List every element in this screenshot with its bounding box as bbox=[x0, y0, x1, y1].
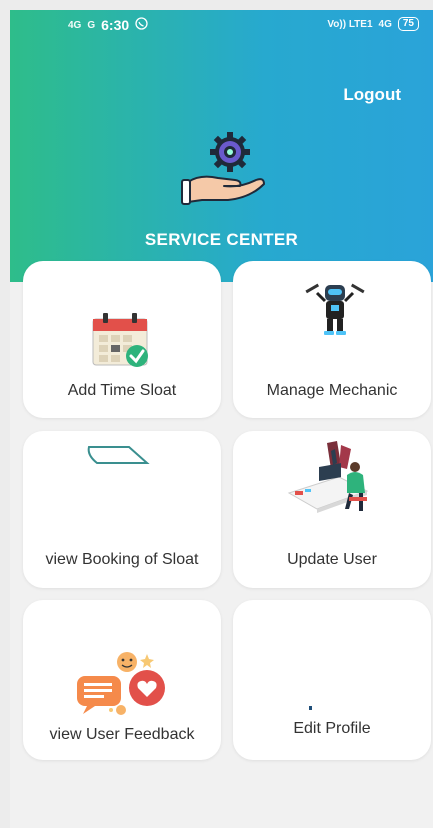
clock: 6:30 bbox=[101, 17, 130, 33]
battery-level: 75 bbox=[397, 17, 419, 31]
card-label: Edit Profile bbox=[293, 720, 371, 737]
gear-in-hand-icon bbox=[180, 130, 270, 210]
whatsapp-icon bbox=[135, 17, 148, 33]
status-bar-right: Vo)) LTE1 4G 75 bbox=[327, 17, 419, 31]
card-label: view Booking of Sloat bbox=[45, 551, 199, 568]
chat-bubbles-icon bbox=[75, 648, 171, 721]
update-user-card[interactable]: Update User bbox=[233, 431, 431, 588]
mechanic-robot-icon bbox=[303, 281, 367, 342]
card-label: Manage Mechanic bbox=[266, 382, 398, 399]
add-time-slot-card[interactable]: Add Time Sloat bbox=[23, 261, 221, 418]
card-label: Update User bbox=[287, 551, 377, 568]
network-1-label: 4G bbox=[68, 19, 82, 31]
calendar-check-icon bbox=[91, 313, 151, 374]
page-title: SERVICE CENTER bbox=[144, 230, 299, 249]
status-bar-left: 4G G 6:30 bbox=[68, 17, 148, 33]
edit-profile-card[interactable]: Edit Profile bbox=[233, 600, 431, 760]
header-banner: 4G G 6:30 Vo)) LTE1 4G 75 Logout SERVICE… bbox=[10, 10, 433, 282]
view-user-feedback-card[interactable]: view User Feedback bbox=[23, 600, 221, 760]
card-label: Add Time Sloat bbox=[67, 382, 177, 399]
network-3-label: 4G bbox=[378, 18, 392, 30]
volte-label: Vo)) LTE1 bbox=[327, 18, 373, 30]
user-at-desk-icon bbox=[285, 439, 377, 528]
view-booking-of-slot-card[interactable]: view Booking of Sloat bbox=[23, 431, 221, 588]
broken-image-icon bbox=[85, 445, 151, 472]
app-screen: 4G G 6:30 Vo)) LTE1 4G 75 Logout SERVICE… bbox=[10, 10, 433, 828]
logout-button[interactable]: Logout bbox=[343, 85, 401, 105]
manage-mechanic-card[interactable]: Manage Mechanic bbox=[233, 261, 431, 418]
status-bar: 4G G 6:30 Vo)) LTE1 4G 75 bbox=[10, 10, 433, 40]
card-label: view User Feedback bbox=[49, 726, 195, 743]
loading-dot-icon bbox=[308, 698, 314, 716]
network-2-label: G bbox=[87, 19, 96, 31]
